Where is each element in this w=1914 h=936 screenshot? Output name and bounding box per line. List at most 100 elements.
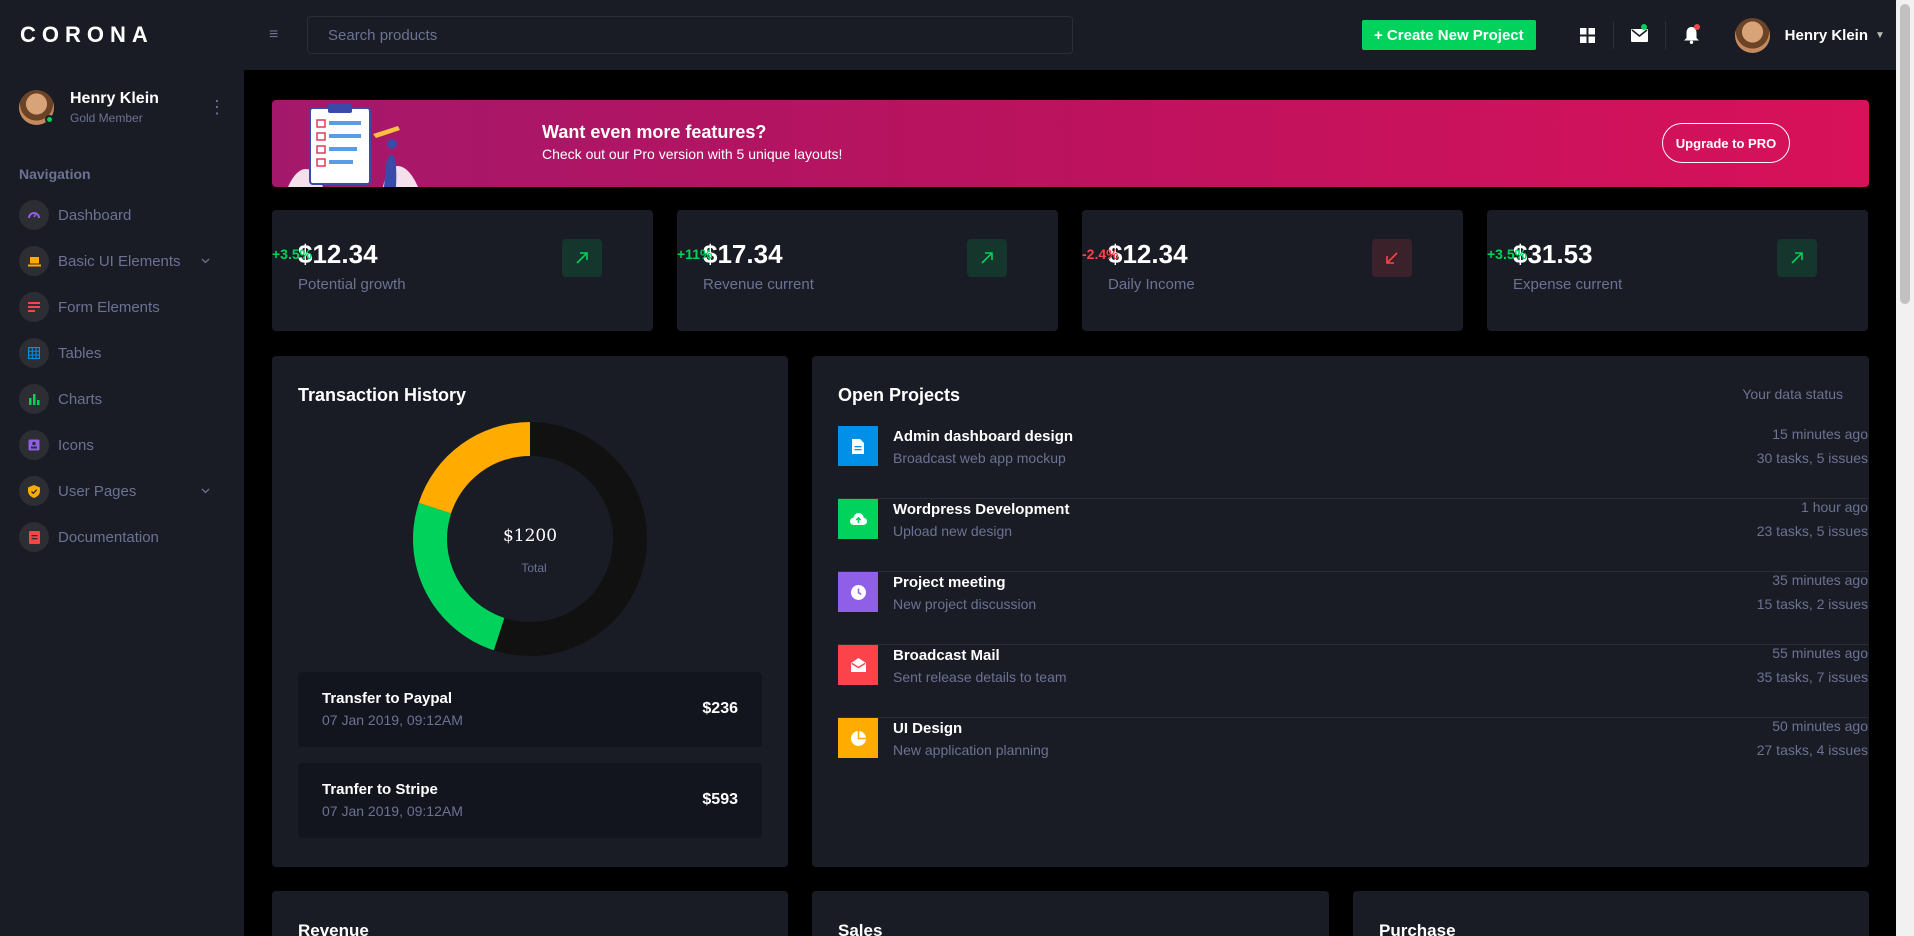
create-project-button[interactable]: + Create New Project <box>1362 20 1536 50</box>
project-row[interactable]: UI Design New application planning 50 minu… <box>838 718 1868 791</box>
project-time: 55 minutes ago <box>1772 645 1868 661</box>
project-subtitle: New application planning <box>893 742 1049 758</box>
sidebar-item-label: Basic UI Elements <box>58 252 181 270</box>
sidebar-item-label: Tables <box>58 344 102 362</box>
stat-change: +11% <box>677 246 713 262</box>
project-row[interactable]: Wordpress Development Upload new design 1 … <box>838 499 1868 572</box>
topbar-user-menu[interactable]: Henry Klein ▼ <box>1734 17 1885 53</box>
stat-label: Expense current <box>1513 276 1623 293</box>
sidebar-item-dashboard[interactable]: Dashboard <box>0 192 244 238</box>
transaction-row[interactable]: Tranfer to Stripe 07 Jan 2019, 09:12AM $59… <box>298 763 762 838</box>
stat-label: Daily Income <box>1108 276 1195 293</box>
project-row[interactable]: Admin dashboard design Broadcast web app … <box>838 426 1868 499</box>
app-root: CORONA Henry Klein Gold Member ⋮ Navigat… <box>0 0 1914 936</box>
project-tasks: 23 tasks, 5 issues <box>1756 523 1868 539</box>
brand-logo[interactable]: CORONA <box>0 0 244 70</box>
purchase-title: Purchase <box>1379 921 1456 936</box>
email-open-icon <box>838 645 878 685</box>
topbar: ≡ + Create New Project Henry Klein ▼ <box>244 0 1896 70</box>
security-icon <box>19 476 49 506</box>
donut-segment <box>418 422 530 514</box>
scrollbar-thumb[interactable] <box>1900 4 1910 304</box>
file-document-icon <box>19 522 49 552</box>
profile-text: Henry Klein Gold Member <box>70 90 208 125</box>
project-subtitle: New project discussion <box>893 596 1037 612</box>
banner-subtitle: Check out our Pro version with 5 unique … <box>542 146 843 162</box>
more-vertical-icon[interactable]: ⋮ <box>208 97 226 118</box>
transaction-title: Tranfer to Stripe <box>322 781 438 798</box>
stat-change: +3.5% <box>272 246 313 262</box>
project-title: Wordpress Development <box>893 501 1070 518</box>
project-subtitle: Sent release details to team <box>893 669 1067 685</box>
project-row[interactable]: Broadcast Mail Sent release details to te… <box>838 645 1868 718</box>
mail-icon[interactable] <box>1614 0 1665 70</box>
open-projects-card: Open Projects Your data status Admin das… <box>812 356 1869 867</box>
sidebar-item-basic-ui-elements[interactable]: Basic UI Elements <box>0 238 244 284</box>
sidebar-item-documentation[interactable]: Documentation <box>0 514 244 560</box>
sidebar-item-label: Icons <box>58 436 94 454</box>
avatar[interactable] <box>19 89 54 125</box>
project-time: 1 hour ago <box>1801 499 1868 515</box>
project-title: Admin dashboard design <box>893 428 1074 445</box>
sidebar-item-form-elements[interactable]: Form Elements <box>0 284 244 330</box>
transaction-history-card: Transaction History $1200 Total Transfer… <box>272 356 788 867</box>
stat-value: $17.34 <box>703 239 783 269</box>
transaction-date: 07 Jan 2019, 09:12AM <box>322 712 463 728</box>
laptop-icon <box>19 246 49 276</box>
project-tasks: 15 tasks, 2 issues <box>1756 596 1868 612</box>
transaction-title: Transfer to Paypal <box>322 690 453 707</box>
sidebar-item-user-pages[interactable]: User Pages <box>0 468 244 514</box>
transaction-date: 07 Jan 2019, 09:12AM <box>322 803 463 819</box>
revenue-title: Revenue <box>298 921 369 936</box>
profile-name: Henry Klein <box>70 89 159 107</box>
menu-toggle-icon[interactable]: ≡ <box>269 26 289 44</box>
chevron-down-icon <box>201 486 210 497</box>
speedometer-icon <box>19 200 49 230</box>
transaction-amount: $236 <box>702 700 738 717</box>
topbar-user-name: Henry Klein <box>1784 26 1869 44</box>
transaction-row[interactable]: Transfer to Paypal 07 Jan 2019, 09:12AM $2… <box>298 672 762 747</box>
apps-grid-icon[interactable] <box>1562 0 1613 70</box>
sidebar-item-tables[interactable]: Tables <box>0 330 244 376</box>
upgrade-button[interactable]: Upgrade to PRO <box>1662 123 1790 163</box>
donut-segment <box>413 502 505 651</box>
project-row[interactable]: Project meeting New project discussion 35 … <box>838 572 1868 645</box>
sidebar-item-charts[interactable]: Charts <box>0 376 244 422</box>
open-projects-title: Open Projects <box>838 385 961 405</box>
purchase-card: Purchase <box>1353 891 1869 936</box>
contacts-icon <box>19 430 49 460</box>
chart-pie-icon <box>838 718 878 758</box>
arrow-top-right-icon <box>967 239 1007 277</box>
sidebar: CORONA Henry Klein Gold Member ⋮ Navigat… <box>0 0 244 936</box>
sidebar-item-label: User Pages <box>58 482 137 500</box>
data-status-label: Your data status <box>1742 386 1843 402</box>
sidebar-item-label: Form Elements <box>58 298 160 316</box>
project-tasks: 30 tasks, 5 issues <box>1756 450 1868 466</box>
nav-heading: Navigation <box>19 166 91 182</box>
arrow-bottom-left-icon <box>1372 239 1412 277</box>
sales-title: Sales <box>838 921 883 936</box>
donut-total-value: $1200 <box>503 526 557 546</box>
project-tasks: 27 tasks, 4 issues <box>1756 742 1868 758</box>
donut-total-label: Total <box>521 561 546 575</box>
bell-icon[interactable] <box>1666 0 1717 70</box>
table-icon <box>19 338 49 368</box>
project-title: UI Design <box>893 720 963 737</box>
banner-title: Want even more features? <box>542 122 767 142</box>
online-status-dot <box>45 114 54 124</box>
sidebar-item-label: Charts <box>58 390 103 408</box>
stat-change: -2.4% <box>1082 246 1119 262</box>
project-tasks: 35 tasks, 7 issues <box>1756 669 1868 685</box>
arrow-top-right-icon <box>1777 239 1817 277</box>
project-subtitle: Upload new design <box>893 523 1013 539</box>
page-scrollbar[interactable] <box>1896 0 1914 936</box>
search-input[interactable] <box>307 16 1073 54</box>
transaction-donut-chart: $1200 Total <box>413 422 647 656</box>
stat-card: $12.34 -2.4% Daily Income <box>1082 210 1463 331</box>
pro-banner: Want even more features? Check out our P… <box>272 100 1869 187</box>
sidebar-item-icons[interactable]: Icons <box>0 422 244 468</box>
project-subtitle: Broadcast web app mockup <box>893 450 1066 466</box>
transaction-history-title: Transaction History <box>298 385 467 405</box>
cloud-upload-icon <box>838 499 878 539</box>
stat-label: Revenue current <box>703 276 814 293</box>
